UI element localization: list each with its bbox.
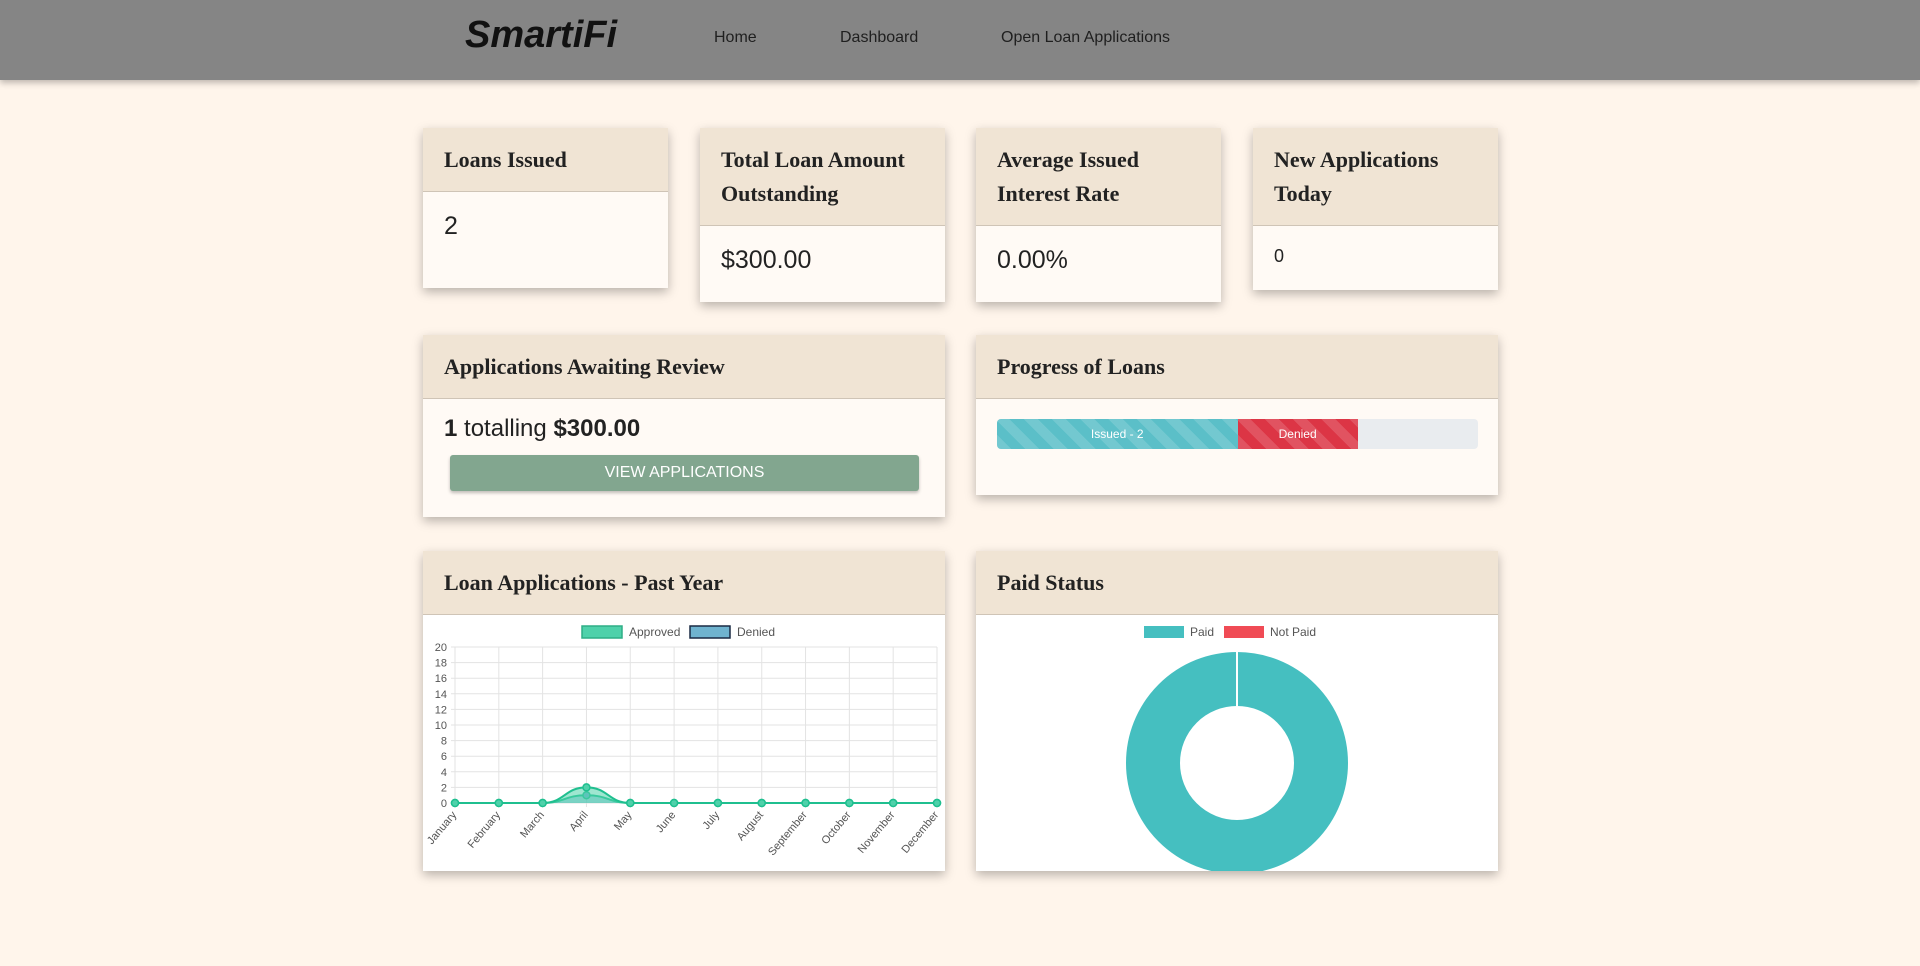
awaiting-summary: 1 totalling $300.00 <box>444 415 924 443</box>
x-tick-label: August <box>735 809 766 843</box>
brand-logo[interactable]: SmartiFi <box>465 14 617 57</box>
legend-swatch <box>1144 626 1184 638</box>
data-point <box>626 798 635 808</box>
total-loan-amount-value: $300.00 <box>721 246 812 274</box>
new-applications-value: 0 <box>1274 246 1285 266</box>
x-tick-label: June <box>654 809 679 835</box>
x-tick-label: April <box>567 809 590 834</box>
y-tick-label: 4 <box>441 767 447 779</box>
y-tick-label: 8 <box>441 736 447 748</box>
x-tick-label: December <box>899 809 941 856</box>
average-interest-card: Average Issued Interest Rate 0.00% <box>976 128 1221 302</box>
doughnut-chart: Paid Not Paid <box>1126 625 1348 871</box>
y-tick-label: 10 <box>435 720 447 732</box>
x-tick-label: September <box>766 809 810 858</box>
applications-chart-card: Loan Applications - Past Year Approved De… <box>423 551 945 871</box>
awaiting-amount: $300.00 <box>553 415 641 442</box>
card-title: Loan Applications - Past Year <box>423 551 945 615</box>
progress-issued-segment: Issued - 2 <box>997 419 1238 449</box>
data-point <box>538 798 547 808</box>
data-point <box>450 798 460 808</box>
navbar: SmartiFi Home Dashboard Open Loan Applic… <box>0 0 1920 80</box>
series-area <box>455 795 937 803</box>
data-point <box>932 798 942 808</box>
loans-issued-value: 2 <box>444 212 458 240</box>
legend-item: Approved <box>581 625 680 639</box>
x-tick-label: January <box>425 809 460 847</box>
progress-card: Progress of Loans Issued - 2 Denied <box>976 335 1498 495</box>
x-tick-label: October <box>819 809 854 847</box>
data-point <box>757 798 766 808</box>
progress-denied-segment: Denied <box>1237 419 1358 449</box>
legend-swatch <box>581 625 623 639</box>
nav-open-loan-applications[interactable]: Open Loan Applications <box>1001 29 1170 47</box>
legend-swatch <box>689 625 731 639</box>
data-point <box>582 783 591 792</box>
loan-progress-bar: Issued - 2 Denied <box>997 419 1478 449</box>
x-tick-label: July <box>700 809 722 832</box>
awaiting-count: 1 <box>444 415 458 442</box>
card-title: New Applications Today <box>1253 128 1498 226</box>
data-point <box>669 798 679 808</box>
nav-home[interactable]: Home <box>714 29 757 47</box>
data-point <box>494 798 504 808</box>
y-tick-label: 14 <box>435 689 447 701</box>
average-interest-value: 0.00% <box>997 246 1068 274</box>
y-tick-label: 16 <box>435 673 447 685</box>
legend-item: Denied <box>689 625 775 639</box>
data-point <box>713 798 723 808</box>
card-title: Average Issued Interest Rate <box>976 128 1221 226</box>
y-tick-label: 2 <box>441 782 447 794</box>
legend-label: Not Paid <box>1270 625 1316 639</box>
legend-swatch <box>1224 626 1264 638</box>
paid-status-card: Paid Status Paid Not Paid <box>976 551 1498 871</box>
card-title: Paid Status <box>976 551 1498 615</box>
legend-label: Paid <box>1190 625 1214 639</box>
data-point <box>888 798 898 808</box>
series-line <box>455 786 937 804</box>
legend-item: Not Paid <box>1224 625 1316 639</box>
data-point <box>801 798 810 808</box>
x-tick-label: May <box>612 809 635 833</box>
y-tick-label: 12 <box>435 704 447 716</box>
nav-dashboard[interactable]: Dashboard <box>840 29 918 47</box>
card-title: Progress of Loans <box>976 335 1498 399</box>
loans-issued-card: Loans Issued 2 <box>423 128 668 288</box>
card-title: Applications Awaiting Review <box>423 335 945 399</box>
legend-label: Approved <box>629 625 680 639</box>
new-applications-card: New Applications Today 0 <box>1253 128 1498 290</box>
y-tick-label: 6 <box>441 751 447 763</box>
awaiting-text: totalling <box>464 415 547 442</box>
y-tick-label: 0 <box>441 798 447 810</box>
x-tick-label: November <box>856 809 898 856</box>
series-line <box>455 794 937 804</box>
legend-item: Paid <box>1144 625 1214 639</box>
awaiting-review-card: Applications Awaiting Review 1 totalling… <box>423 335 945 517</box>
card-title: Total Loan Amount Outstanding <box>700 128 945 226</box>
card-title: Loans Issued <box>423 128 668 192</box>
x-tick-label: February <box>466 809 504 851</box>
series-area <box>455 787 937 803</box>
legend-label: Denied <box>737 625 775 639</box>
y-tick-label: 18 <box>435 658 447 670</box>
line-chart: Approved Denied 0 2 4 6 8 10 12 14 16 18 20 January Fe… <box>425 625 942 858</box>
x-tick-label: March <box>518 809 547 840</box>
view-applications-button[interactable]: VIEW APPLICATIONS <box>450 455 919 491</box>
y-tick-label: 20 <box>435 642 447 654</box>
data-point <box>845 798 854 808</box>
total-loan-amount-card: Total Loan Amount Outstanding $300.00 <box>700 128 945 302</box>
